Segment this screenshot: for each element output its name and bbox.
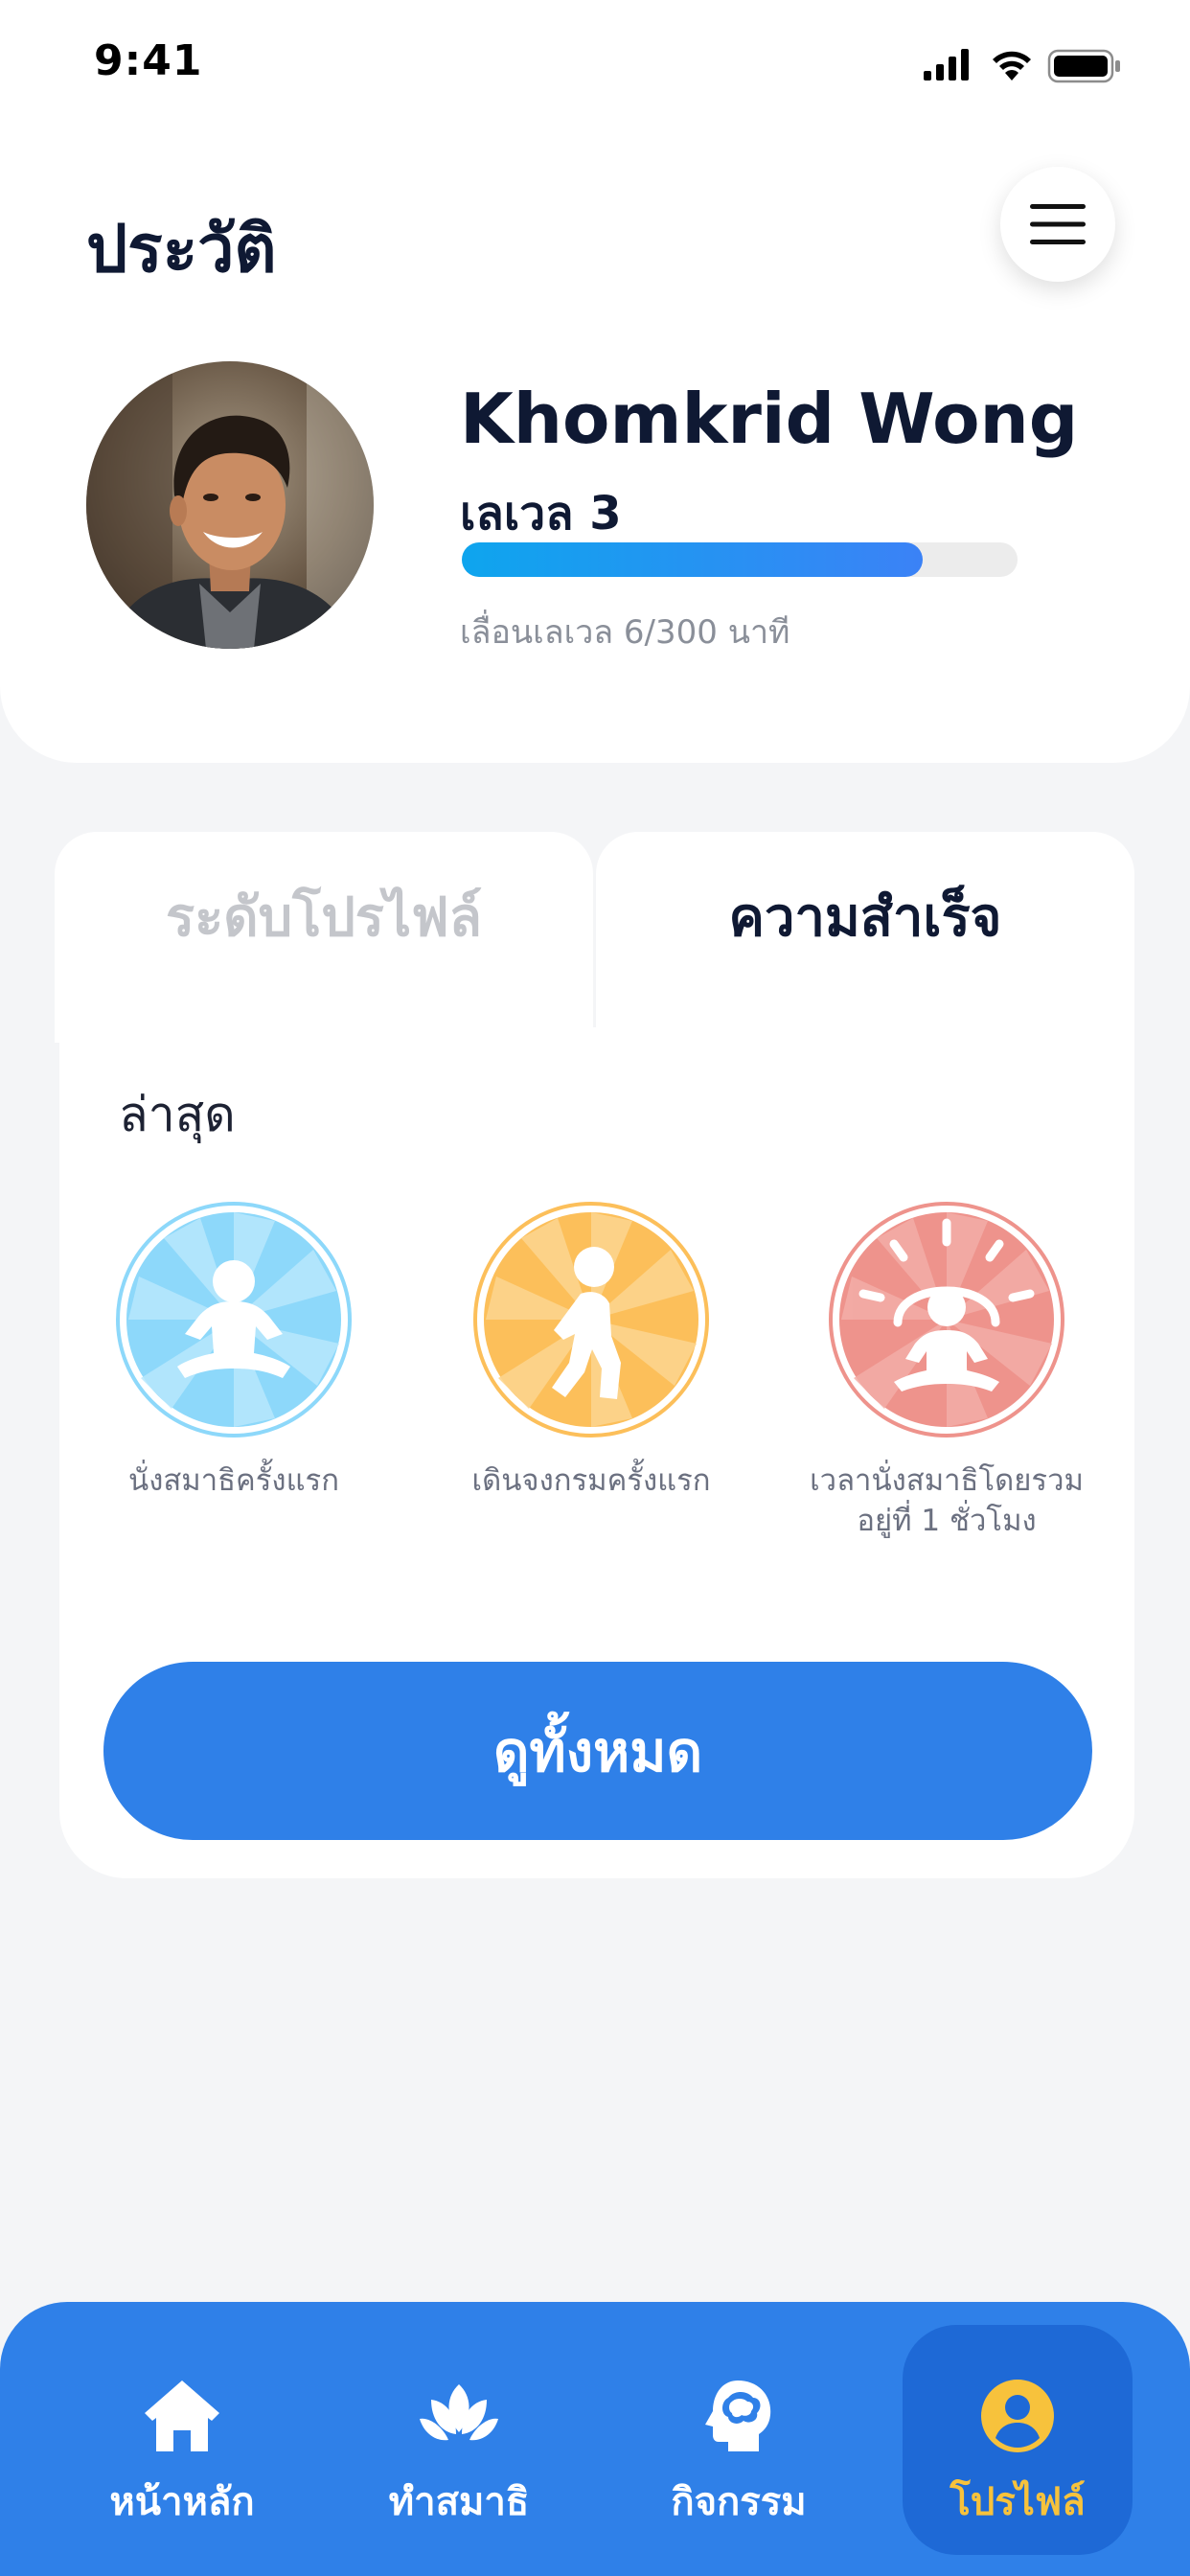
level-progress-caption: เลื่อนเลเวล 6/300 นาที [460, 613, 790, 652]
status-time: 9:41 [94, 36, 203, 85]
wifi-icon [993, 51, 1031, 80]
status-icons [924, 49, 1120, 83]
signal-icon [924, 49, 969, 80]
nav-label: หน้าหลัก [109, 2480, 255, 2524]
status-bar: 9:41 [0, 0, 1190, 125]
achievement-label-line2: อยู่ที่ 1 ชั่วโมง [857, 1504, 1037, 1538]
tab-achievements[interactable]: ความสำเร็จ [596, 832, 1134, 1043]
meditation-icon [116, 1202, 352, 1438]
home-icon [145, 2380, 219, 2451]
level-progress-fill [462, 542, 924, 577]
nav-item-meditate[interactable]: ทำสมาธิ [344, 2325, 574, 2555]
avatar [86, 361, 374, 649]
achievement-label: เดินจงกรมครั้งแรก [471, 1463, 711, 1498]
hamburger-menu-icon [1030, 204, 1086, 244]
view-all-button[interactable]: ดูทั้งหมด [103, 1662, 1092, 1840]
enlightened-meditation-icon [829, 1202, 1064, 1438]
achievement-badge-total-time[interactable]: เวลานั่งสมาธิโดยรวม อยู่ที่ 1 ชั่วโมง [784, 1200, 1110, 1541]
user-level: เลเวล 3 [460, 487, 622, 540]
nav-label: กิจกรรม [671, 2480, 807, 2524]
battery-icon [1047, 49, 1120, 83]
nav-item-activities[interactable]: กิจกรรม [624, 2325, 854, 2555]
nav-item-profile[interactable]: โปรไฟล์ [903, 2325, 1133, 2555]
lotus-icon [420, 2384, 498, 2441]
bottom-nav: หน้าหลัก ทำสมาธิ กิจกรรม โปรไฟล์ [0, 2302, 1190, 2576]
tab-profile-level[interactable]: ระดับโปรไฟล์ [55, 832, 593, 1043]
achievement-label: นั่งสมาธิครั้งแรก [128, 1463, 339, 1498]
nav-item-home[interactable]: หน้าหลัก [67, 2325, 297, 2555]
user-name: Khomkrid Wong [460, 379, 1079, 459]
achievement-badge-first-meditation[interactable]: นั่งสมาธิครั้งแรก [71, 1200, 397, 1501]
recent-section-label: ล่าสุด [119, 1087, 236, 1142]
level-progress-bar [462, 542, 1018, 577]
page-title: ประวัติ [86, 212, 277, 288]
menu-button[interactable] [1000, 167, 1115, 282]
nav-label: โปรไฟล์ [950, 2480, 1086, 2524]
brain-head-icon [705, 2380, 771, 2451]
walking-meditation-icon [473, 1202, 709, 1438]
achievement-badge-first-walking[interactable]: เดินจงกรมครั้งแรก [428, 1200, 754, 1501]
user-icon [981, 2380, 1054, 2452]
achievement-label: เวลานั่งสมาธิโดยรวม [810, 1463, 1084, 1498]
nav-label: ทำสมาธิ [388, 2480, 530, 2524]
achievements-panel: ล่าสุด นั่งสมาธิครั้งแรก เดินจงกรมครั้งแ… [59, 1027, 1134, 1878]
